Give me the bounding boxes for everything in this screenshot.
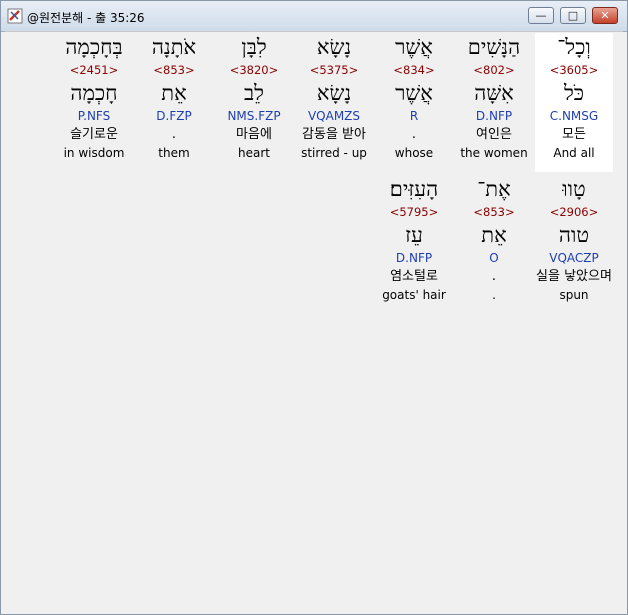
english-gloss: them [158, 146, 190, 160]
app-window: @원전분해 - 출 35:26 — □ ✕ וְכָל־ <3605> כֹּל C.… [0, 0, 628, 615]
morphology-code: C.NMSG [549, 109, 599, 123]
interlinear-word[interactable]: וְכָל־ <3605> כֹּל C.NMSG 모든 And all [535, 33, 613, 172]
heb-word: אֶת־ [477, 177, 511, 201]
morphology-code: D.NFP [395, 251, 433, 265]
interlinear-word[interactable]: הַנָּשִׁים <802> אִשָּׁה D.NFP 여인은 the women [455, 33, 533, 162]
heb-word: בְּחָכְמָה [65, 35, 123, 59]
english-gloss: whose [394, 146, 434, 160]
lexical-form: לֵב [244, 81, 264, 105]
interlinear-word[interactable]: נָשָׂא <5375> נָשָׂא VQAMZS 감동을 받아 stirred - … [295, 33, 373, 162]
interlinear-word[interactable]: אֹתָנָה <853> אֵת D.FZP. them [135, 33, 213, 162]
heb-word: אֲשֶׁר [395, 35, 433, 59]
korean-gloss: 마음에 [236, 127, 272, 142]
heb-word: טָווּ [562, 177, 586, 201]
app-logo-icon [7, 8, 23, 24]
strong-number: <853> [153, 63, 195, 77]
morphology-code: R [409, 109, 419, 123]
strong-number: <5795> [389, 205, 439, 219]
korean-gloss: . [171, 127, 177, 142]
english-gloss: And all [553, 146, 595, 160]
maximize-icon: □ [567, 9, 579, 22]
interlinear-word[interactable]: אֶת־ <853> אֵת O.. [455, 175, 533, 304]
strong-number: <3820> [229, 63, 279, 77]
english-gloss: goats' hair [382, 288, 446, 302]
heb-word: אֹתָנָה [151, 35, 197, 59]
morphology-code: P.NFS [77, 109, 111, 123]
strong-number: <802> [473, 63, 515, 77]
interlinear-word[interactable]: אֲשֶׁר <834> אֲשֶׁר R. whose [375, 33, 453, 162]
korean-gloss: 실을 낳았으며 [536, 269, 612, 284]
lexical-form: אֵת [481, 223, 507, 247]
interlinear-word[interactable]: הָעִזִּים׃ <5795> עֵז D.NFP 염소털로 goats' hair [375, 175, 453, 304]
korean-gloss: . [411, 127, 417, 142]
interlinear-panel: וְכָל־ <3605> כֹּל C.NMSG 모든 And all הַנָּשִׁי… [5, 31, 623, 612]
english-gloss: . [492, 288, 496, 302]
interlinear-word[interactable]: בְּחָכְמָה <2451> חָכְמָה P.NFS 슬기로운 in wisdo… [55, 33, 133, 162]
interlinear-word[interactable]: טָווּ <2906> טוה VQACZP 실을 낳았으며 spun [535, 175, 613, 304]
strong-number: <5375> [309, 63, 359, 77]
lexical-form: עֵז [405, 223, 423, 247]
strong-number: <2451> [69, 63, 119, 77]
heb-word: נָשָׂא [316, 35, 352, 59]
close-button[interactable]: ✕ [592, 7, 618, 24]
lexical-form: אִשָּׁה [474, 81, 514, 105]
korean-gloss: 여인은 [476, 127, 512, 142]
strong-number: <853> [473, 205, 515, 219]
korean-gloss: 슬기로운 [70, 127, 118, 142]
heb-word: הַנָּשִׁים [467, 35, 521, 59]
window-title: @원전분해 - 출 35:26 [27, 11, 145, 25]
lexical-form: חָכְמָה [70, 81, 118, 105]
english-gloss: stirred - up [301, 146, 367, 160]
morphology-code: O [489, 251, 499, 265]
morphology-code: NMS.FZP [227, 109, 281, 123]
minimize-button[interactable]: — [528, 7, 554, 24]
title-bar[interactable]: @원전분해 - 출 35:26 — □ ✕ [1, 1, 627, 32]
morphology-code: VQAMZS [307, 109, 361, 123]
korean-gloss: . [491, 269, 497, 284]
strong-number: <834> [393, 63, 435, 77]
lexical-form: נָשָׂא [316, 81, 352, 105]
korean-gloss: 염소털로 [390, 269, 438, 284]
morphology-code: D.NFP [475, 109, 513, 123]
lexical-form: אֵת [161, 81, 187, 105]
morphology-code: D.FZP [156, 109, 192, 123]
korean-gloss: 감동을 받아 [302, 127, 366, 142]
maximize-button[interactable]: □ [560, 7, 586, 24]
lexical-form: כֹּל [563, 81, 585, 105]
english-gloss: in wisdom [63, 146, 125, 160]
korean-gloss: 모든 [562, 127, 586, 142]
heb-word: וְכָל־ [557, 35, 591, 59]
lexical-form: טוה [558, 223, 590, 247]
lexical-form: אֲשֶׁר [395, 81, 433, 105]
minimize-icon: — [535, 9, 547, 22]
english-gloss: spun [559, 288, 589, 302]
strong-number: <2906> [549, 205, 599, 219]
close-icon: ✕ [600, 9, 610, 22]
morphology-code: VQACZP [549, 251, 599, 265]
heb-word: הָעִזִּים׃ [389, 177, 439, 201]
interlinear-word[interactable]: לִבָּן <3820> לֵב NMS.FZP 마음에 heart [215, 33, 293, 162]
strong-number: <3605> [549, 63, 599, 77]
heb-word: לִבָּן [241, 35, 267, 59]
english-gloss: the women [460, 146, 528, 160]
english-gloss: heart [238, 146, 270, 160]
